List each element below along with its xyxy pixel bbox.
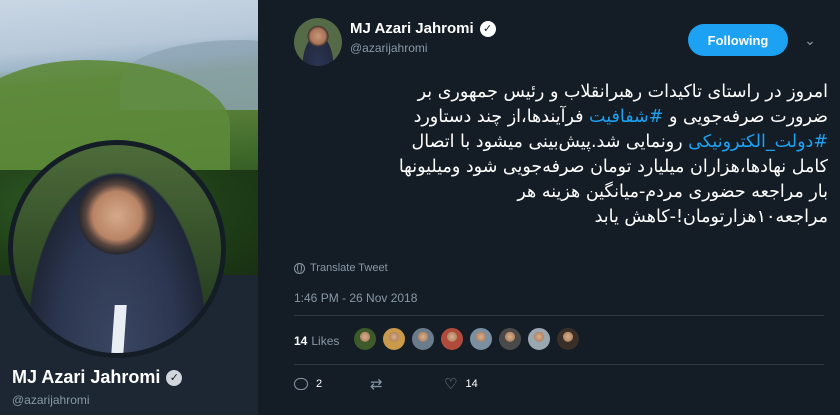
tweet-line: بار مراجعه حضوری مردم-میانگین هزینه هر [517,182,828,202]
liker-avatar-4[interactable] [440,326,465,351]
liker-avatar-7[interactable] [527,326,552,351]
author-avatar[interactable] [294,18,342,66]
like-count: 14 [465,378,478,390]
tweet-line: #دولت_الکترونیکی رونمایی شد.پیش‌بینی میش… [411,132,828,152]
tweet-line: ضرورت صرفه‌جویی و #شفافیت فرآیندها،از چن… [413,107,828,127]
globe-icon [294,262,305,274]
translate-label: Translate Tweet [310,262,388,274]
divider [294,315,824,316]
liker-avatar-8[interactable] [556,326,581,351]
likes-label[interactable]: Likes [311,334,339,348]
tweet-text: امروز در راستای تاکیدات رهبرانقلاب و رئی… [294,80,828,230]
liker-avatar-2[interactable] [382,326,407,351]
retweet-icon: ⇄ [370,375,383,393]
hashtag-link[interactable]: #دولت_الکترونیکی [688,132,828,152]
chevron-down-icon[interactable]: ⌄ [800,30,820,50]
profile-handle[interactable]: @azarijahromi [12,393,90,407]
tweet-card: MJ Azari Jahromi ✓ @azarijahromi Followi… [278,0,840,415]
author-handle[interactable]: @azarijahromi [350,41,428,55]
heart-icon: ♡ [444,375,458,393]
profile-panel: MJ Azari Jahromi ✓ @azarijahromi [0,0,258,415]
retweet-button[interactable]: ⇄ [370,377,444,392]
translate-tweet-link[interactable]: Translate Tweet [294,262,388,274]
liker-avatar-1[interactable] [353,326,378,351]
following-button[interactable]: Following [688,24,788,56]
reply-button[interactable]: 2 [294,378,370,390]
liker-avatar-3[interactable] [411,326,436,351]
verified-badge-icon: ✓ [166,369,183,386]
divider [294,364,824,365]
profile-name[interactable]: MJ Azari Jahromi ✓ [12,367,183,388]
hashtag-link[interactable]: #شفافیت [589,107,663,127]
likers-list [353,326,585,356]
likes-row: 14 Likes [294,325,585,357]
profile-name-text: MJ Azari Jahromi [12,367,161,387]
liker-avatar-5[interactable] [469,326,494,351]
author-name-text: MJ Azari Jahromi [350,20,474,37]
reply-count: 2 [316,378,323,390]
like-button[interactable]: ♡ 14 [444,377,478,392]
liker-avatar-6[interactable] [498,326,523,351]
profile-avatar[interactable] [8,140,226,358]
tweet-line: امروز در راستای تاکیدات رهبرانقلاب و رئی… [417,82,828,102]
tweet-actions: 2 ⇄ ♡ 14 [294,372,478,396]
reply-icon [294,378,308,390]
verified-badge-icon: ✓ [479,20,496,37]
tweet-timestamp[interactable]: 1:46 PM - 26 Nov 2018 [294,291,417,305]
tweet-line: کامل نهادها،هزاران میلیارد تومان صرفه‌جو… [398,157,828,177]
author-name[interactable]: MJ Azari Jahromi ✓ [350,20,496,37]
likes-count[interactable]: 14 [294,334,307,348]
tweet-line: مراجعه۱۰هزارتومان!-کاهش یابد [594,207,828,227]
